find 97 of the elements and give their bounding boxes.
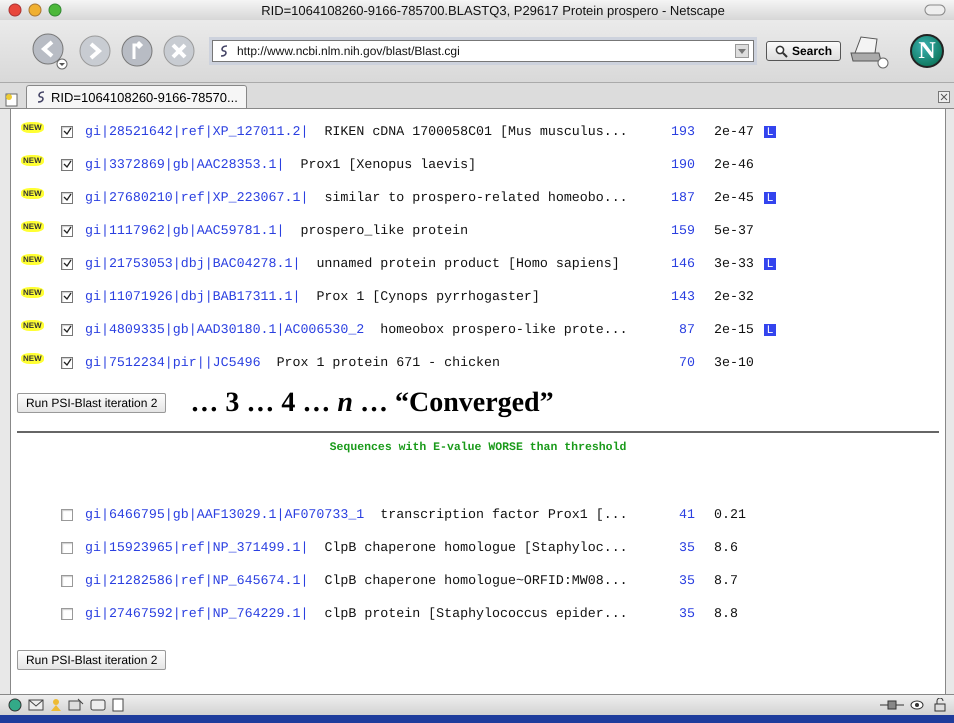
close-tab-icon[interactable]	[938, 91, 950, 103]
stop-icon[interactable]	[162, 34, 196, 68]
score-link[interactable]: 190	[665, 157, 695, 172]
score-link[interactable]: 87	[665, 322, 695, 337]
score-link[interactable]: 35	[665, 540, 695, 555]
e-value: 5e-37	[714, 223, 755, 238]
accession-link[interactable]: gi|7512234|pir||JC5496	[85, 355, 261, 370]
hit-description: similar to prospero-related homeobo...	[324, 190, 628, 205]
checkbox[interactable]	[61, 324, 73, 336]
checkbox[interactable]	[61, 192, 73, 204]
annotation-text: … 3 … 4 … n … “Converged”	[190, 387, 554, 419]
reload-icon[interactable]	[120, 34, 154, 68]
new-badge: NEW	[21, 287, 44, 298]
linkout-badge[interactable]: L	[764, 258, 776, 270]
back-icon[interactable]	[30, 31, 70, 71]
checkbox[interactable]	[61, 508, 73, 520]
run-iteration-button[interactable]: Run PSI-Blast iteration 2	[17, 650, 166, 670]
accession-link[interactable]: gi|4809335|gb|AAD30180.1|AC006530_2	[85, 322, 364, 337]
dropdown-icon[interactable]	[735, 44, 749, 58]
window-title: RID=1064108260-9166-785700.BLASTQ3, P29617 Protein prospero - Netscape	[260, 2, 726, 18]
new-badge: NEW	[21, 188, 44, 199]
new-badge: NEW	[21, 155, 44, 166]
checkbox[interactable]	[61, 258, 73, 270]
accession-link[interactable]: gi|6466795|gb|AAF13029.1|AF070733_1	[85, 507, 364, 522]
close-button[interactable]	[8, 3, 22, 17]
score-link[interactable]: 35	[665, 573, 695, 588]
e-value: 3e-33	[714, 256, 755, 271]
score-link[interactable]: 143	[665, 289, 695, 304]
score-link[interactable]: 159	[665, 223, 695, 238]
checkbox[interactable]	[61, 158, 73, 170]
checkbox[interactable]	[61, 126, 73, 138]
checkbox[interactable]	[61, 542, 73, 554]
checkbox[interactable]	[61, 574, 73, 586]
accession-link[interactable]: gi|3372869|gb|AAC28353.1|	[85, 157, 284, 172]
hit-description: homeobox prospero-like prote...	[380, 322, 628, 337]
score-link[interactable]: 187	[665, 190, 695, 205]
hit-description: Prox 1 [Cynops pyrrhogaster]	[316, 289, 540, 304]
run-iteration-button[interactable]: Run PSI-Blast iteration 2	[17, 393, 166, 413]
checkbox[interactable]	[61, 356, 73, 368]
address-field[interactable]: http://www.ncbi.nlm.nih.gov/blast/Blast.cgi	[212, 40, 754, 62]
linkout-badge[interactable]: L	[764, 324, 776, 336]
e-value: 8.7	[714, 573, 739, 588]
new-badge: NEW	[21, 320, 44, 331]
checkbox[interactable]	[61, 290, 73, 302]
e-value: 2e-15	[714, 322, 755, 337]
accession-link[interactable]: gi|28521642|ref|XP_127011.2|	[85, 124, 308, 139]
lock-icon	[934, 698, 946, 712]
score-link[interactable]: 70	[665, 355, 695, 370]
e-value: 0.21	[714, 507, 747, 522]
hit-description: Prox 1 protein 671 - chicken	[276, 355, 500, 370]
accession-link[interactable]: gi|1117962|gb|AAC59781.1|	[85, 223, 284, 238]
e-value: 3e-10	[714, 355, 755, 370]
score-link[interactable]: 146	[665, 256, 695, 271]
e-value: 2e-47	[714, 124, 755, 139]
new-tab-icon[interactable]	[4, 92, 20, 108]
checkbox[interactable]	[61, 224, 73, 236]
hit-description: RIKEN cDNA 1700058C01 [Mus musculus...	[324, 124, 628, 139]
new-badge: NEW	[21, 122, 44, 133]
score-link[interactable]: 193	[665, 124, 695, 139]
hit-description: ClpB chaperone homologue~ORFID:MW08...	[324, 573, 628, 588]
accession-link[interactable]: gi|21753053|dbj|BAC04278.1|	[85, 256, 300, 271]
e-value: 8.6	[714, 540, 739, 555]
hit-description: Prox1 [Xenopus laevis]	[300, 157, 476, 172]
linkout-badge[interactable]: L	[764, 192, 776, 204]
e-value: 2e-46	[714, 157, 755, 172]
mail-icon[interactable]	[28, 699, 44, 711]
score-link[interactable]: 35	[665, 606, 695, 621]
search-icon	[775, 44, 788, 58]
hit-description: clpB protein [Staphylococcus epider...	[324, 606, 628, 621]
toolbar-toggle-button[interactable]	[924, 4, 946, 16]
new-badge: NEW	[21, 353, 44, 364]
e-value: 2e-45	[714, 190, 755, 205]
linkout-badge[interactable]: L	[764, 126, 776, 138]
search-button[interactable]: Search	[766, 41, 842, 61]
accession-link[interactable]: gi|15923965|ref|NP_371499.1|	[85, 540, 308, 555]
accession-link[interactable]: gi|27680210|ref|XP_223067.1|	[85, 190, 308, 205]
e-value: 8.8	[714, 606, 739, 621]
accession-link[interactable]: gi|21282586|ref|NP_645674.1|	[85, 573, 308, 588]
e-value: 2e-32	[714, 289, 755, 304]
browser-tab[interactable]: RID=1064108260-9166-78570...	[26, 85, 247, 108]
notepad-icon[interactable]	[112, 698, 124, 712]
minimize-button[interactable]	[28, 3, 42, 17]
forward-icon[interactable]	[78, 34, 112, 68]
hit-description: transcription factor Prox1 [...	[380, 507, 628, 522]
score-link[interactable]: 41	[665, 507, 695, 522]
accession-link[interactable]: gi|11071926|dbj|BAB17311.1|	[85, 289, 300, 304]
page-icon	[35, 90, 47, 104]
hit-description: prospero_like protein	[300, 223, 468, 238]
checkbox[interactable]	[61, 608, 73, 620]
accession-link[interactable]: gi|27467592|ref|NP_764229.1|	[85, 606, 308, 621]
new-badge: NEW	[21, 221, 44, 232]
connection-icon	[880, 699, 904, 711]
section-heading: Sequences with E-value WORSE than threshold	[328, 440, 628, 456]
zoom-button[interactable]	[48, 3, 62, 17]
new-badge: NEW	[21, 254, 44, 265]
hit-description: ClpB chaperone homologue [Staphyloc...	[324, 540, 628, 555]
hit-description: unnamed protein product [Homo sapiens]	[316, 256, 620, 271]
